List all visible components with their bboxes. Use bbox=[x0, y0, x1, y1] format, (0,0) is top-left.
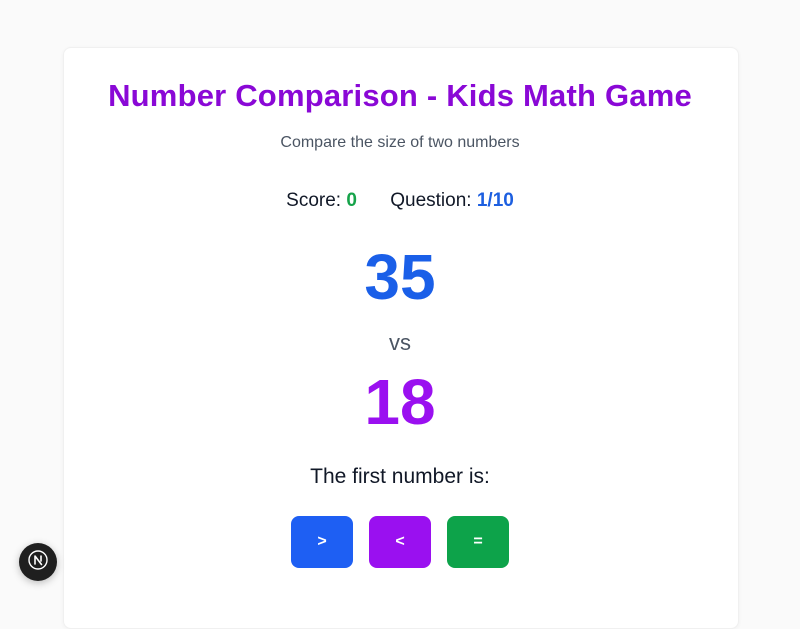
first-number: 35 bbox=[364, 241, 436, 313]
less-than-button[interactable]: < bbox=[369, 516, 431, 568]
vs-label: vs bbox=[389, 330, 411, 355]
answer-buttons: > < = bbox=[291, 516, 509, 568]
score-value: 0 bbox=[346, 190, 357, 211]
equal-button[interactable]: = bbox=[447, 516, 509, 568]
page-title: Number Comparison - Kids Math Game bbox=[108, 78, 692, 113]
nextjs-logo-icon bbox=[28, 549, 48, 575]
question-prompt: The first number is: bbox=[310, 465, 490, 488]
stats-bar: Score: 0 Question: 1/10 bbox=[0, 190, 800, 212]
question-value: 1/10 bbox=[476, 190, 514, 211]
second-number: 18 bbox=[364, 366, 436, 438]
question-stat: Question: 1/10 bbox=[390, 190, 514, 212]
score-stat: Score: 0 bbox=[286, 190, 357, 212]
nextjs-dev-indicator[interactable] bbox=[19, 543, 57, 581]
page-subtitle: Compare the size of two numbers bbox=[280, 134, 520, 151]
question-label: Question: bbox=[390, 190, 472, 211]
greater-than-button[interactable]: > bbox=[291, 516, 353, 568]
score-label: Score: bbox=[286, 190, 342, 211]
